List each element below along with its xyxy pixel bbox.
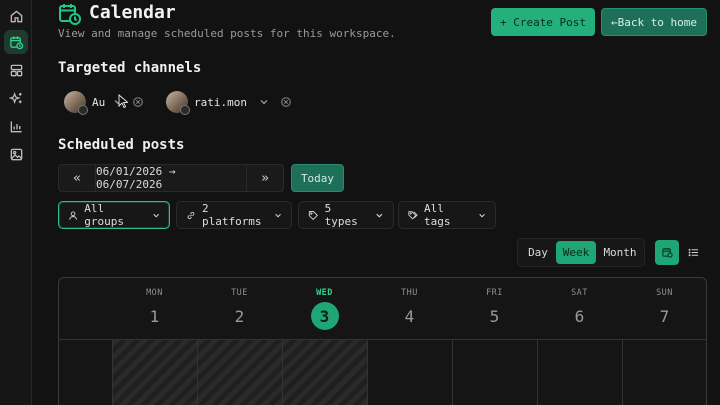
day-number[interactable]: 7	[622, 302, 706, 330]
sidebar-item-analytics[interactable]	[4, 114, 28, 138]
calendar-view-toggle[interactable]	[655, 240, 679, 265]
day-cell-tue	[197, 340, 282, 405]
types-filter[interactable]: 5 types	[298, 201, 394, 229]
view-day-button[interactable]: Day	[522, 241, 554, 264]
view-week-button[interactable]: Week	[556, 241, 596, 264]
day-header-wed: WED 3	[282, 278, 367, 339]
chevron-down-icon[interactable]	[259, 97, 269, 107]
sidebar-item-sparkles[interactable]	[4, 86, 28, 110]
day-cell-fri[interactable]	[452, 340, 537, 405]
sidebar-item-media[interactable]	[4, 142, 28, 166]
layout-icon	[10, 64, 22, 76]
day-number[interactable]: 4	[367, 302, 452, 330]
tags-icon	[408, 210, 418, 219]
calendar-clock-icon	[9, 35, 23, 49]
tags-filter-label: All tags	[423, 202, 451, 228]
sparkles-icon	[8, 91, 22, 104]
scheduled-heading: Scheduled posts	[58, 137, 185, 153]
day-of-week: MON	[146, 288, 163, 298]
list-view-toggle[interactable]	[681, 240, 705, 265]
page-subtitle: View and manage scheduled posts for this…	[58, 27, 396, 40]
view-month-button[interactable]: Month	[598, 241, 642, 264]
channel-label: rati.mon	[194, 95, 247, 109]
day-of-week: WED	[316, 288, 333, 298]
day-cell-thu[interactable]	[367, 340, 452, 405]
day-of-week: SUN	[656, 288, 673, 298]
day-number[interactable]: 2	[197, 302, 282, 330]
create-post-button[interactable]: + Create Post	[491, 8, 595, 36]
groups-filter[interactable]: All groups	[58, 201, 170, 229]
day-of-week: THU	[401, 288, 418, 298]
platforms-filter-label: 2 platforms	[201, 202, 262, 228]
chevron-down-icon	[275, 213, 281, 217]
page-title: Calendar	[89, 2, 176, 23]
channel-chip[interactable]: Au	[64, 88, 144, 116]
today-button[interactable]: Today	[291, 164, 344, 192]
home-icon	[10, 9, 22, 22]
chevron-down-icon	[152, 213, 159, 218]
week-calendar: MON 1 TUE 2 WED 3 THU 4 FRI 5 SAT 6 SUN …	[58, 277, 707, 405]
channel-chip[interactable]: rati.mon	[166, 88, 291, 116]
date-range-label[interactable]: 06/01/2026 → 06/07/2026	[95, 165, 247, 191]
list-icon	[688, 248, 698, 257]
tag-icon	[308, 210, 318, 220]
day-of-week: TUE	[231, 288, 248, 298]
day-cell-sun[interactable]	[622, 340, 706, 405]
mouse-cursor-icon	[118, 94, 128, 108]
sidebar	[0, 0, 32, 405]
link-icon	[187, 211, 195, 219]
day-cell-sat[interactable]	[537, 340, 622, 405]
calendar-clock-icon	[661, 247, 673, 258]
user-icon	[69, 210, 77, 220]
day-cell-wed[interactable]	[282, 340, 367, 405]
avatar	[64, 91, 88, 115]
back-to-home-button[interactable]: ←Back to home	[601, 8, 707, 36]
chart-icon	[10, 120, 22, 132]
groups-filter-label: All groups	[84, 202, 124, 228]
day-header-fri: FRI 5	[452, 278, 537, 339]
avatar	[166, 91, 190, 115]
calendar-body	[59, 339, 706, 405]
day-header-mon: MON 1	[112, 278, 197, 339]
calendar-header: MON 1 TUE 2 WED 3 THU 4 FRI 5 SAT 6 SUN …	[59, 278, 706, 339]
channels-heading: Targeted channels	[58, 60, 202, 76]
image-icon	[10, 148, 22, 160]
types-filter-label: 5 types	[324, 202, 358, 228]
day-number[interactable]: 1	[112, 302, 197, 330]
day-header-sat: SAT 6	[537, 278, 622, 339]
day-of-week: SAT	[571, 288, 588, 298]
day-cell-mon	[112, 340, 197, 405]
calendar-clock-icon	[59, 4, 81, 25]
channel-label: Au	[92, 95, 106, 109]
platforms-filter[interactable]: 2 platforms	[176, 201, 292, 229]
next-week-button[interactable]: »	[247, 165, 283, 191]
day-number[interactable]: 6	[537, 302, 622, 330]
day-header-thu: THU 4	[367, 278, 452, 339]
view-switcher: Day Week Month	[517, 238, 645, 267]
day-header-tue: TUE 2	[197, 278, 282, 339]
chevron-down-icon	[479, 213, 485, 217]
remove-channel-icon[interactable]	[133, 97, 144, 107]
remove-channel-icon[interactable]	[281, 97, 291, 107]
day-number[interactable]: 5	[452, 302, 537, 330]
chevron-down-icon	[376, 213, 383, 218]
sidebar-item-home[interactable]	[4, 4, 28, 28]
sidebar-item-layout[interactable]	[4, 58, 28, 82]
prev-week-button[interactable]: «	[59, 165, 95, 191]
day-of-week: FRI	[486, 288, 503, 298]
tags-filter[interactable]: All tags	[398, 201, 496, 229]
today-day-number[interactable]: 3	[310, 302, 339, 330]
day-header-sun: SUN 7	[622, 278, 706, 339]
sidebar-item-calendar[interactable]	[4, 30, 28, 54]
date-range-picker: « 06/01/2026 → 06/07/2026 »	[58, 164, 284, 192]
